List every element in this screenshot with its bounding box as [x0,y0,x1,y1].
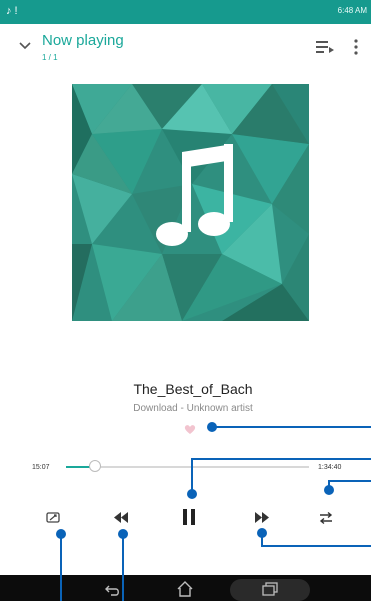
total-time: 1:34:40 [318,464,342,471]
favorite-heart-icon[interactable] [184,424,196,435]
status-bar: ♪ ! 6:48 AM [0,0,371,24]
repeat-icon[interactable] [319,511,333,525]
page-subtitle: 1 / 1 [42,53,58,62]
recent-apps-icon[interactable] [262,582,278,596]
track-title: The_Best_of_Bach [133,381,253,397]
music-notification-icon: ♪ ! [6,5,18,17]
seek-bar[interactable] [66,466,309,468]
page-title: Now playing [42,32,124,49]
elapsed-time: 15:07 [32,464,50,471]
shuffle-icon[interactable] [46,512,60,524]
back-icon[interactable] [104,583,122,597]
status-time: 6:48 AM [337,6,367,15]
more-options-icon[interactable] [353,38,359,56]
home-icon[interactable] [176,581,194,597]
queue-icon[interactable] [316,39,334,55]
next-button[interactable] [255,512,269,523]
previous-button[interactable] [114,512,128,523]
album-art [72,84,309,321]
seek-bar-thumb[interactable] [89,460,102,472]
pause-button[interactable] [181,508,197,526]
chevron-down-icon[interactable] [17,38,33,54]
track-subtitle: Download - Unknown artist [133,403,253,414]
